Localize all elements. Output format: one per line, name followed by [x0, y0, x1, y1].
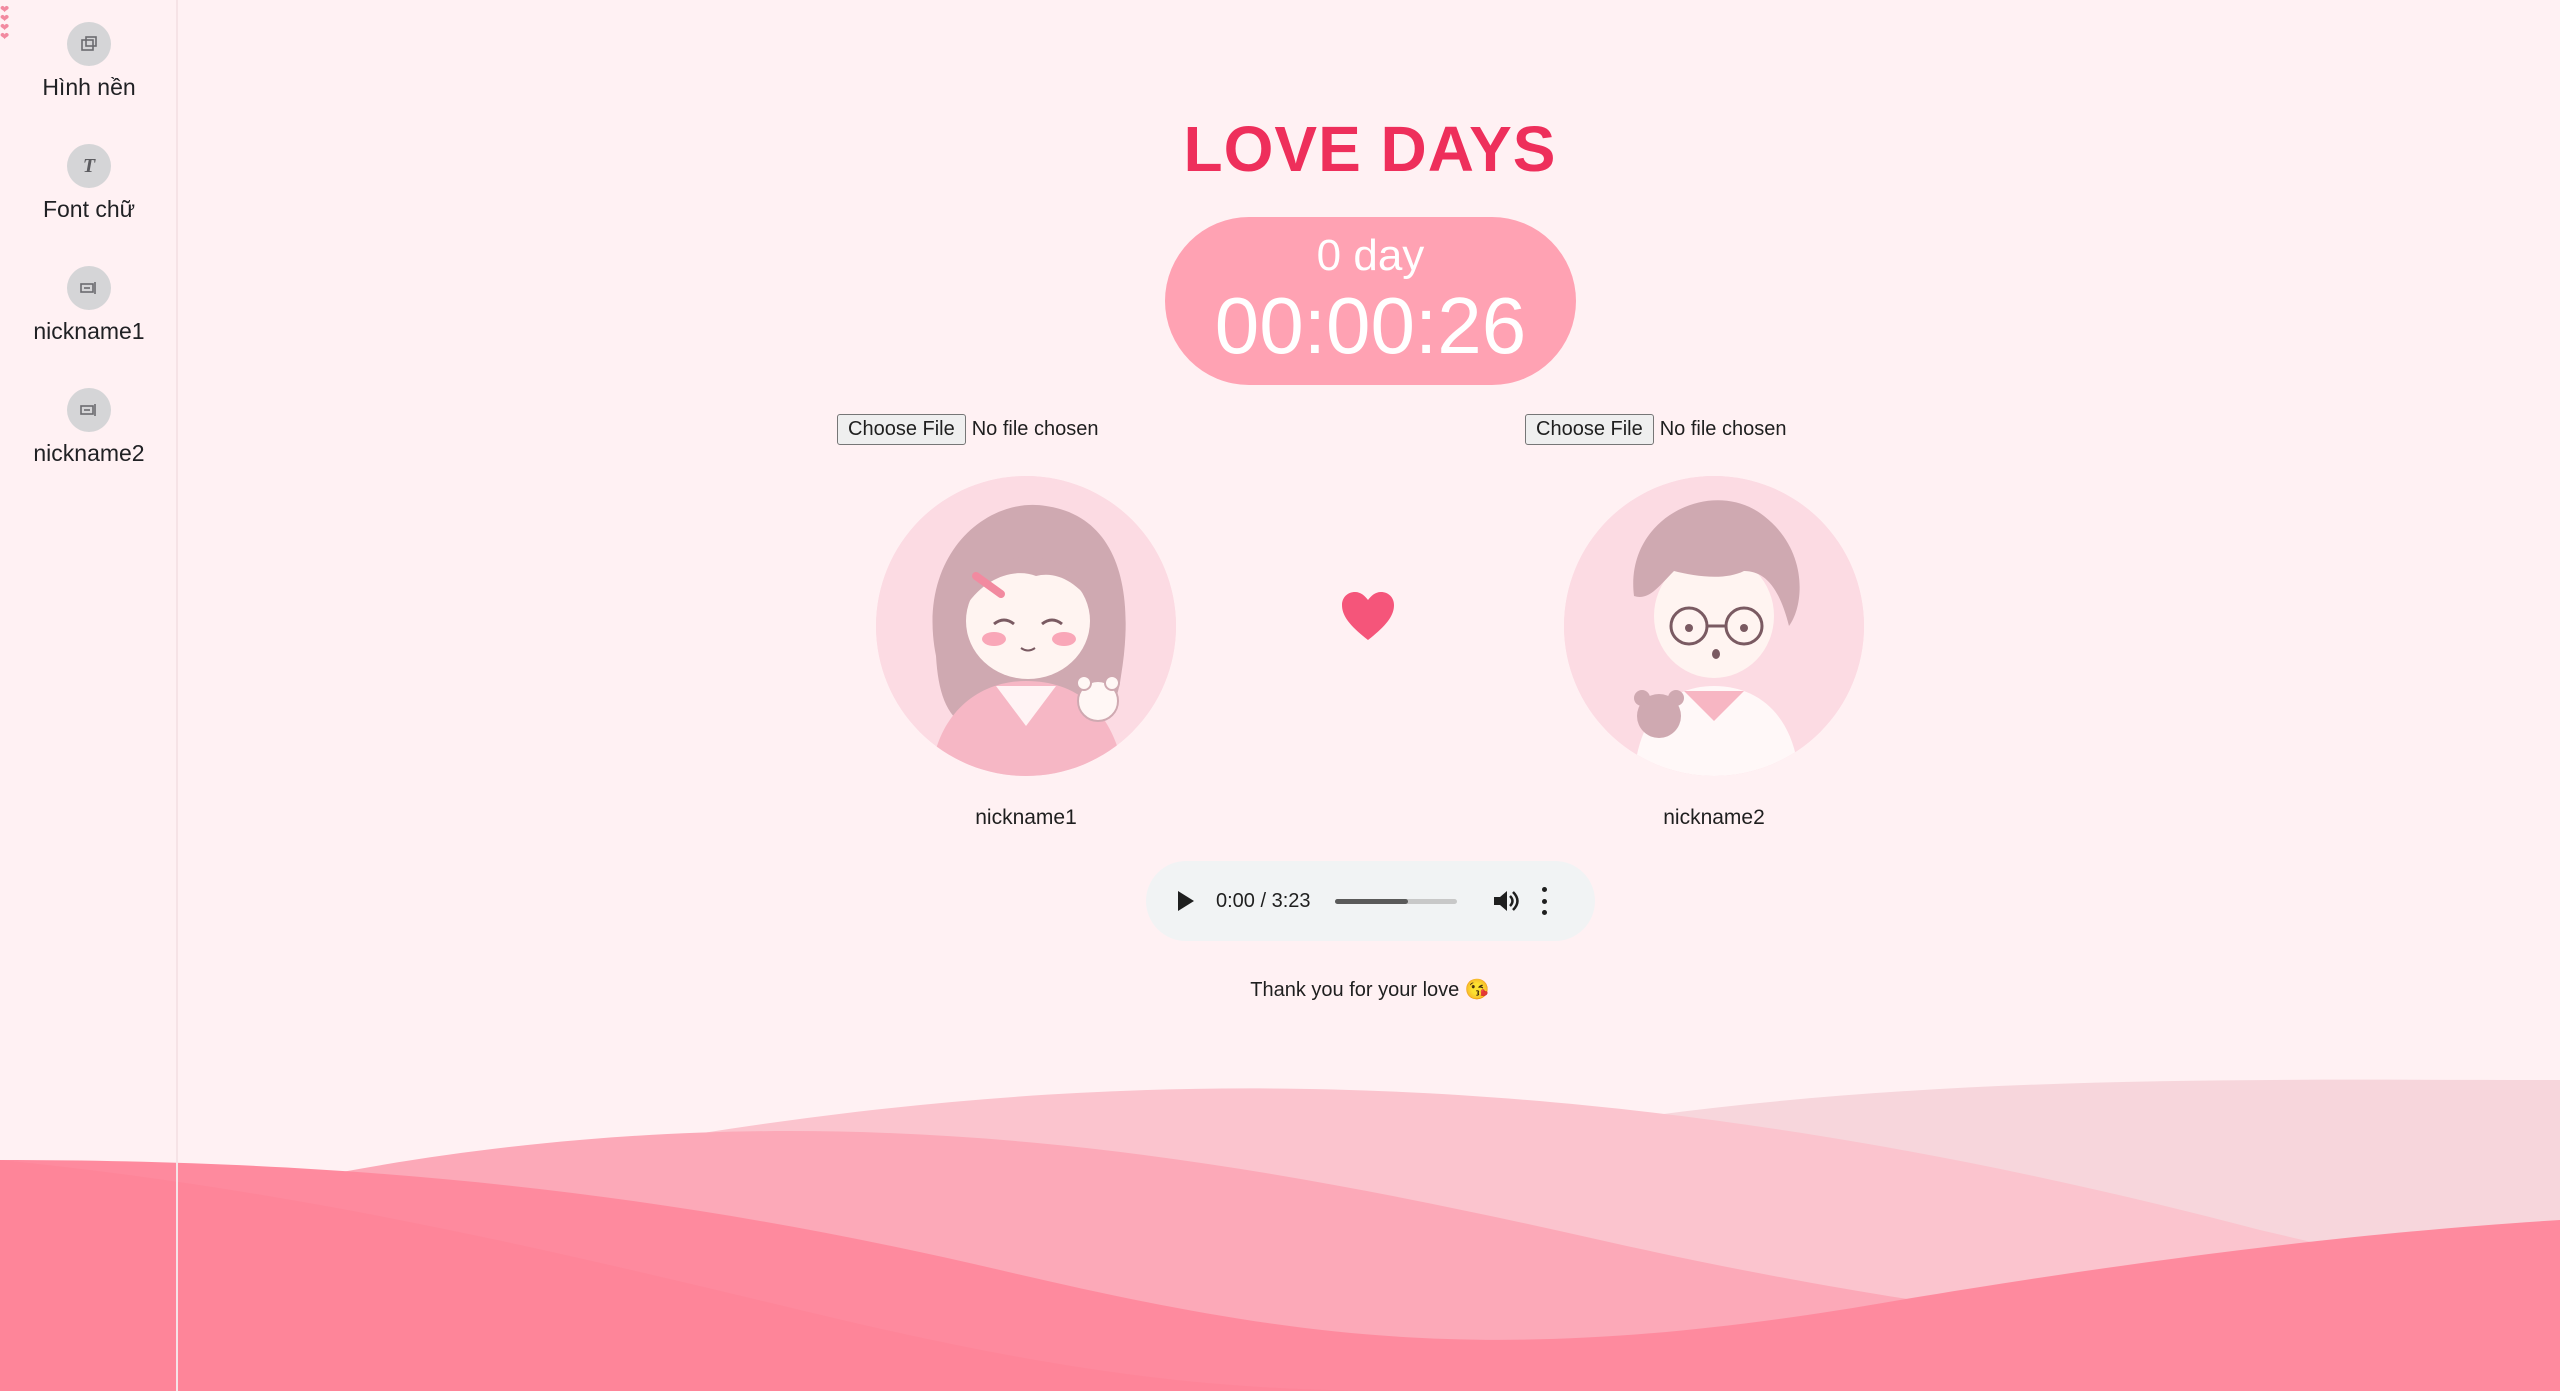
sidebar-item-label: nickname1 [33, 318, 145, 344]
sidebar-item-label: Hình nền [42, 74, 136, 100]
page-title: LOVE DAYS [1183, 113, 1557, 185]
sidebar: ❤ ❤ ❤ ❤ Hình nền T Font chữ nickname1 nickn… [0, 0, 178, 1391]
sidebar-item-label: nickname2 [33, 440, 145, 466]
choose-file-button[interactable]: Choose File [837, 414, 966, 445]
audio-progress-fill [1334, 898, 1408, 904]
file-status: No file chosen [1659, 418, 1787, 440]
rename-icon [67, 388, 111, 432]
sidebar-item-nickname1[interactable]: nickname1 [0, 266, 178, 345]
love-days-page: { "sidebar": { "items": [ {"label": "Hìn… [0, 0, 2560, 1391]
volume-icon[interactable] [1491, 887, 1519, 915]
day-count: 0 day [1316, 231, 1425, 280]
file-input-person2[interactable]: Choose File No file chosen [1525, 414, 1786, 445]
sidebar-item-nickname2[interactable]: nickname2 [0, 388, 178, 467]
wallpaper-icon [67, 22, 111, 66]
love-counter: 0 day 00:00:26 [1165, 217, 1576, 385]
audio-player: 0:00 / 3:23 [1146, 861, 1595, 941]
nickname2-label[interactable]: nickname2 [1564, 806, 1864, 830]
time-count: 00:00:26 [1214, 281, 1527, 370]
sidebar-item-label: Font chữ [42, 196, 136, 222]
boy-avatar-illustration [1564, 476, 1864, 776]
background-waves [0, 1079, 2560, 1391]
file-status: No file chosen [971, 418, 1099, 440]
heart-icon [1342, 592, 1394, 640]
file-input-person1[interactable]: Choose File No file chosen [837, 414, 1098, 445]
more-options-icon[interactable] [1541, 887, 1549, 915]
play-icon[interactable] [1178, 891, 1194, 911]
thank-you-message: Thank you for your love 😘 [1250, 979, 1490, 1001]
audio-time: 0:00 / 3:23 [1216, 889, 1311, 912]
girl-avatar-illustration [876, 476, 1176, 776]
audio-progress-slider[interactable] [1334, 898, 1457, 904]
rename-icon [67, 266, 111, 310]
sidebar-item-wallpaper[interactable]: Hình nền [0, 22, 178, 101]
nickname1-label[interactable]: nickname1 [876, 806, 1176, 830]
choose-file-button[interactable]: Choose File [1525, 414, 1654, 445]
